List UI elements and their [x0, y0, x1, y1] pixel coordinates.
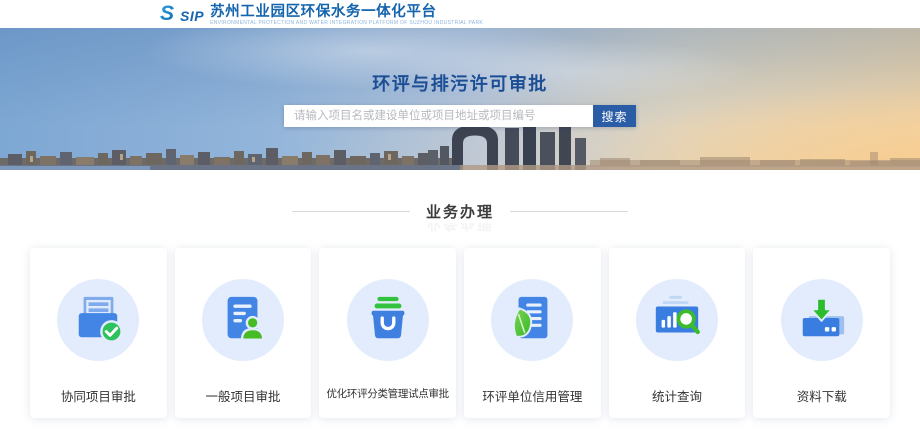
svg-text:S: S — [160, 2, 174, 24]
section-title: 业务办理 — [426, 201, 494, 222]
service-card-eia-classification-pilot[interactable]: 优化环评分类管理试点审批 — [319, 248, 456, 418]
service-card-grid: 协同项目审批 一般项目审批 — [30, 248, 890, 418]
service-card-label: 协同项目审批 — [61, 386, 136, 405]
icon-circle — [781, 279, 863, 361]
icon-circle — [636, 279, 718, 361]
service-card-label: 一般项目审批 — [206, 386, 281, 405]
section-title-reflection: 业务办理 — [0, 223, 920, 235]
service-card-data-download[interactable]: 资料下载 — [753, 248, 890, 418]
search-bar: 搜索 — [284, 105, 636, 127]
service-card-general-approval[interactable]: 一般项目审批 — [175, 248, 312, 418]
service-card-statistics-query[interactable]: 统计查询 — [609, 248, 746, 418]
hero-title: 环评与排污许可审批 — [0, 70, 920, 96]
icon-circle — [491, 279, 573, 361]
page-header: S SIP 苏州工业园区环保水务一体化平台 ENVIRONMENTAL PROT… — [0, 0, 920, 28]
search-input[interactable] — [284, 105, 593, 127]
icon-circle — [347, 279, 429, 361]
chart-search-icon — [651, 292, 703, 349]
service-card-eia-unit-credit[interactable]: 环评单位信用管理 — [464, 248, 601, 418]
archive-box-icon — [362, 292, 414, 349]
download-tray-icon — [796, 292, 848, 349]
platform-subtitle-en: ENVIRONMENTAL PROTECTION AND WATER INTEG… — [210, 20, 483, 27]
document-leaf-icon — [506, 292, 558, 349]
service-card-collaborative-approval[interactable]: 协同项目审批 — [30, 248, 167, 418]
icon-circle — [202, 279, 284, 361]
heading-right-rule — [510, 211, 628, 212]
service-card-label: 环评单位信用管理 — [482, 386, 582, 405]
sip-logo-icon: S — [160, 2, 178, 29]
drawer-check-icon — [72, 292, 124, 349]
platform-title: 苏州工业园区环保水务一体化平台 — [210, 4, 483, 20]
service-card-label: 统计查询 — [652, 386, 702, 405]
icon-circle — [57, 279, 139, 361]
heading-left-rule — [292, 211, 410, 212]
service-card-label: 资料下载 — [797, 386, 847, 405]
service-card-label: 优化环评分类管理试点审批 — [326, 386, 448, 401]
search-button[interactable]: 搜索 — [593, 105, 636, 127]
hero-banner: 环评与排污许可审批 搜索 — [0, 28, 920, 170]
business-section-heading: 业务办理 业务办理 — [0, 200, 920, 235]
logo: S SIP 苏州工业园区环保水务一体化平台 ENVIRONMENTAL PROT… — [160, 2, 483, 29]
document-user-icon — [217, 292, 269, 349]
logo-text: SIP — [180, 8, 204, 24]
